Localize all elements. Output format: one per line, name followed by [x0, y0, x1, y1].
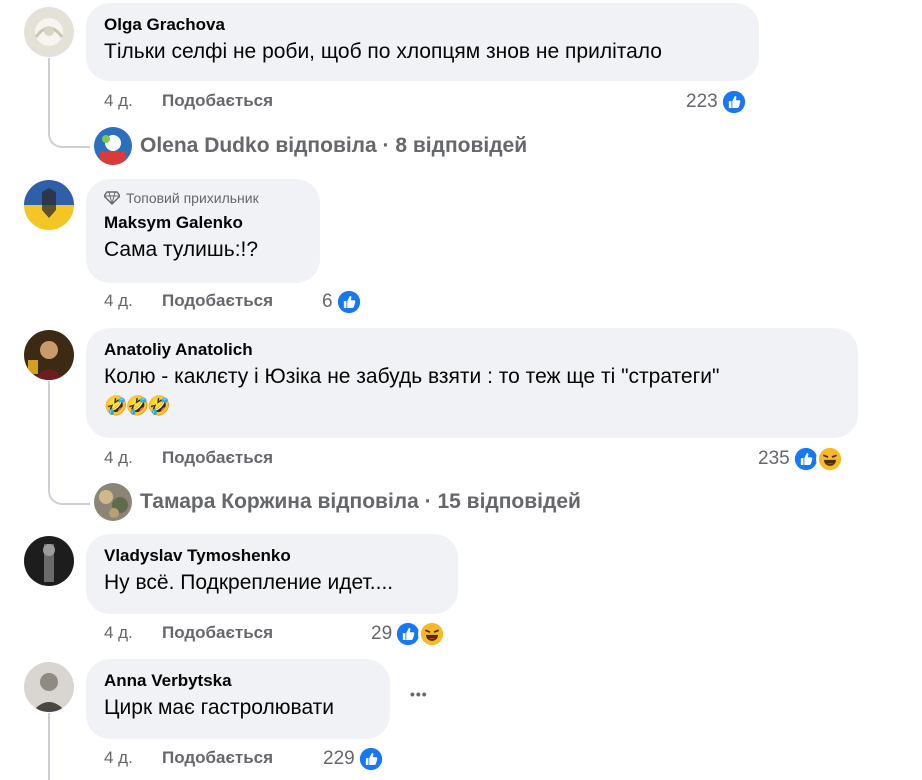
- comment-meta: 4 д. Подобається: [104, 91, 273, 111]
- comment-time[interactable]: 4 д.: [104, 748, 162, 768]
- comment-meta: 4 д. Подобається: [104, 448, 273, 468]
- like-button[interactable]: Подобається: [162, 448, 273, 468]
- like-button[interactable]: Подобається: [162, 748, 273, 768]
- comment-meta: 4 д. Подобається: [104, 748, 273, 768]
- more-options-button[interactable]: •••: [410, 686, 428, 702]
- like-icon: [719, 88, 748, 116]
- haha-icon: [815, 445, 844, 473]
- reaction-count: 29: [371, 623, 393, 644]
- like-button[interactable]: Подобається: [162, 623, 273, 643]
- reply-summary: Olena Dudko відповіла · 8 відповідей: [140, 134, 528, 157]
- reaction-count: 235: [758, 448, 790, 469]
- comment-text: Ну всё. Подкрепление идет....: [104, 571, 394, 594]
- thread-connector: [48, 483, 90, 505]
- comment-text: Тільки селфі не роби, щоб по хлопцям зно…: [104, 40, 662, 63]
- comment-bubble: Vladyslav Tymoshenko Ну всё. Подкреплени…: [86, 534, 458, 614]
- reaction-summary[interactable]: 223: [686, 88, 748, 116]
- thread-line: [48, 713, 50, 780]
- reaction-count: 223: [686, 91, 718, 112]
- comment-meta: 4 д. Подобається: [104, 623, 273, 643]
- thread-line: [48, 58, 50, 126]
- haha-icon: [418, 620, 447, 648]
- comment-author[interactable]: Anatoliy Anatolich: [104, 338, 840, 362]
- reply-summary: Тамара Коржина відповіла · 15 відповідей: [140, 490, 581, 513]
- comment-bubble: Olga Grachova Тільки селфі не роби, щоб …: [86, 3, 759, 81]
- avatar-maksym-galenko[interactable]: [24, 180, 74, 230]
- view-replies-link[interactable]: Olena Dudko відповіла · 8 відповідей: [94, 127, 527, 165]
- comment-time[interactable]: 4 д.: [104, 91, 162, 111]
- top-fan-label: Топовий прихильник: [126, 190, 259, 206]
- comment-author[interactable]: Anna Verbytska: [104, 669, 372, 693]
- comment-author[interactable]: Maksym Galenko: [104, 211, 302, 235]
- reaction-count: 6: [322, 291, 333, 312]
- reaction-count: 229: [323, 748, 355, 769]
- view-replies-link[interactable]: Тамара Коржина відповіла · 15 відповідей: [94, 483, 581, 521]
- avatar-tamara-korzhyna: [94, 483, 132, 521]
- thread-line: [48, 381, 50, 483]
- reaction-summary[interactable]: 229: [323, 745, 385, 773]
- like-button[interactable]: Подобається: [162, 91, 273, 111]
- comment-author[interactable]: Olga Grachova: [104, 13, 741, 37]
- comment-bubble: Anna Verbytska Цирк має гастролювати: [86, 659, 390, 739]
- avatar-anatoliy-anatolich[interactable]: [24, 330, 74, 380]
- like-icon: [356, 745, 385, 773]
- comment-time[interactable]: 4 д.: [104, 448, 162, 468]
- avatar-vladyslav-tymoshenko[interactable]: [24, 536, 74, 586]
- reaction-summary[interactable]: 235: [758, 445, 844, 473]
- comment-bubble: Anatoliy Anatolich Колю - каклєту і Юзік…: [86, 328, 858, 438]
- comment-text: Сама тулишь:!?: [104, 238, 259, 261]
- avatar-anna-verbytska[interactable]: [24, 662, 74, 712]
- reaction-summary[interactable]: 6: [322, 288, 363, 316]
- comment-emoji: 🤣🤣🤣: [104, 396, 171, 417]
- avatar-olena-dudko: [94, 127, 132, 165]
- comment-meta: 4 д. Подобається: [104, 291, 273, 311]
- thread-connector: [48, 126, 90, 148]
- comment-author[interactable]: Vladyslav Tymoshenko: [104, 544, 440, 568]
- comment-time[interactable]: 4 д.: [104, 623, 162, 643]
- top-fan-badge: Топовий прихильник: [104, 189, 302, 207]
- avatar-olga-grachova[interactable]: [24, 7, 74, 57]
- comment-bubble: Топовий прихильник Maksym Galenko Сама т…: [86, 179, 320, 283]
- comment-text: Колю - каклєту і Юзіка не забудь взяти :…: [104, 365, 720, 388]
- like-button[interactable]: Подобається: [162, 291, 273, 311]
- reaction-summary[interactable]: 29: [371, 620, 447, 648]
- like-icon: [334, 288, 363, 316]
- comment-text: Цирк має гастролювати: [104, 696, 335, 719]
- diamond-icon: [104, 191, 120, 205]
- comment-time[interactable]: 4 д.: [104, 291, 162, 311]
